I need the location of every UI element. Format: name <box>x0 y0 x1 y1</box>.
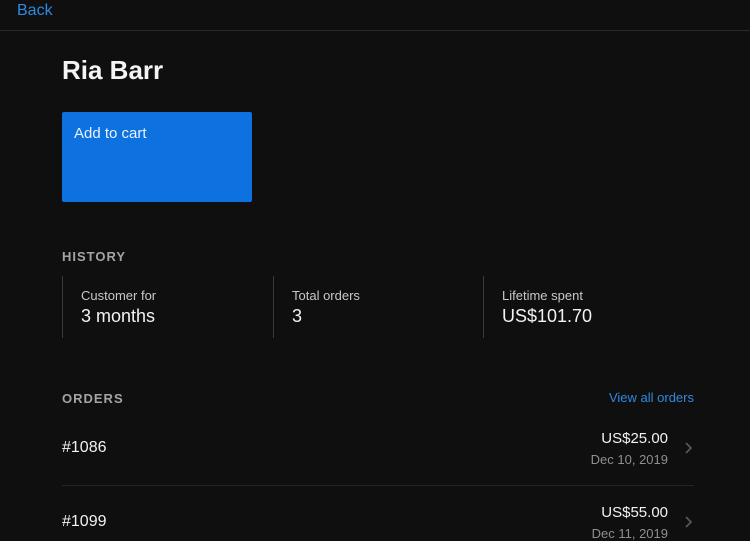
order-number: #1099 <box>62 513 107 530</box>
stat-customer-for: Customer for 3 months <box>62 276 273 338</box>
stat-value: US$101.70 <box>502 306 593 326</box>
stat-lifetime-spent: Lifetime spent US$101.70 <box>483 276 694 338</box>
stat-value: 3 months <box>81 306 156 326</box>
order-row[interactable]: #1086 US$25.00 Dec 10, 2019 <box>62 422 694 484</box>
order-amount: US$25.00 <box>601 430 668 447</box>
add-to-cart-label: Add to cart <box>74 125 147 142</box>
order-date: Dec 10, 2019 <box>590 452 668 467</box>
stat-label: Total orders <box>292 288 360 303</box>
chevron-right-icon <box>685 442 693 454</box>
row-divider <box>62 485 694 486</box>
top-navigation-bar: Back <box>0 0 750 31</box>
history-stats: Customer for 3 months Total orders 3 Lif… <box>62 276 694 338</box>
stat-total-orders: Total orders 3 <box>273 276 484 338</box>
order-row[interactable]: #1099 US$55.00 Dec 11, 2019 <box>62 495 694 541</box>
orders-heading: ORDERS <box>62 391 124 406</box>
order-number: #1086 <box>62 439 107 456</box>
add-to-cart-button[interactable]: Add to cart <box>62 112 252 202</box>
back-button[interactable]: Back <box>17 2 53 20</box>
order-date: Dec 11, 2019 <box>591 526 668 541</box>
stat-label: Lifetime spent <box>502 288 583 303</box>
customer-detail-screen: Back Ria Barr Add to cart HISTORY Custom… <box>0 0 750 541</box>
chevron-right-icon <box>685 516 693 528</box>
order-amount: US$55.00 <box>601 504 668 521</box>
stat-label: Customer for <box>81 288 157 303</box>
customer-name: Ria Barr <box>62 55 164 85</box>
stat-value: 3 <box>292 306 303 326</box>
history-heading: HISTORY <box>62 249 127 264</box>
view-all-orders-link[interactable]: View all orders <box>609 390 694 405</box>
